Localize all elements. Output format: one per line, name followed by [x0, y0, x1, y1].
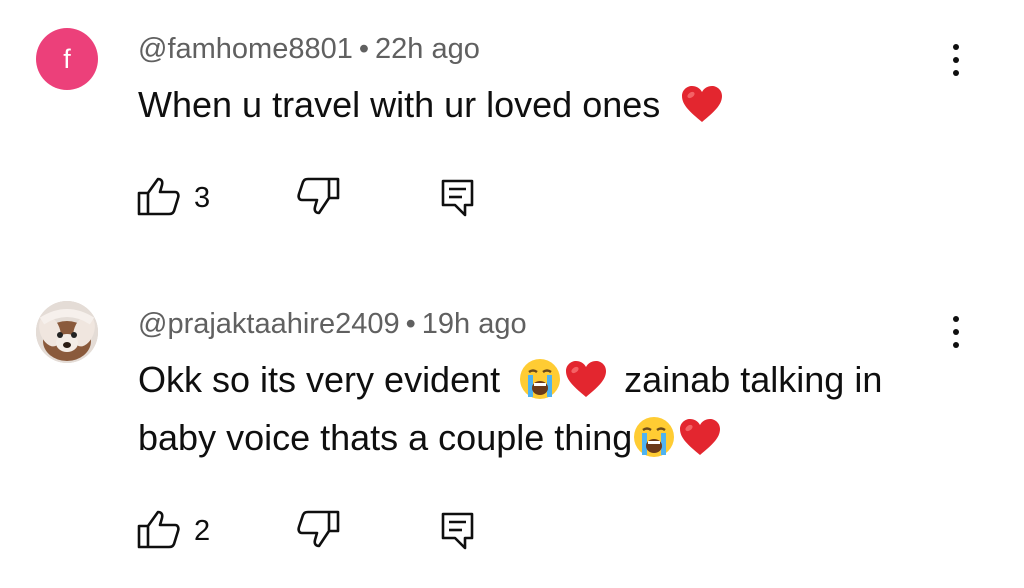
red-heart-emoji: [670, 84, 724, 124]
like-button[interactable]: 2: [136, 509, 218, 553]
comment-item: f @famhome8801 • 22h ago When u travel wit…: [0, 0, 1024, 250]
comment-text: When u travel with ur loved ones: [138, 76, 724, 134]
comment-meta: @prajaktaahire2409 • 19h ago: [138, 307, 527, 341]
dog-avatar-image: [36, 301, 98, 363]
crying-face-emoji: [632, 415, 676, 459]
crying-face-emoji: [510, 357, 562, 401]
avatar[interactable]: f: [36, 28, 98, 90]
reply-button[interactable]: [438, 509, 486, 553]
dislike-button[interactable]: [295, 176, 343, 220]
text-segment: zainab talking in: [624, 359, 883, 400]
timestamp: 19h ago: [421, 308, 527, 340]
more-options-button[interactable]: [942, 312, 970, 352]
thumb-down-icon: [295, 510, 341, 553]
more-options-button[interactable]: [942, 40, 970, 80]
reply-icon: [438, 179, 478, 224]
timestamp: 22h ago: [375, 33, 480, 65]
username[interactable]: @prajaktaahire2409: [138, 308, 400, 340]
comment-text-line: When u travel with ur loved ones: [138, 84, 661, 125]
reply-icon: [438, 512, 478, 557]
dislike-button[interactable]: [295, 509, 343, 553]
comment-text: Okk so its very evident zainab talking i…: [138, 351, 882, 467]
separator: •: [405, 308, 416, 340]
red-heart-emoji: [676, 417, 722, 457]
reply-button[interactable]: [438, 176, 486, 220]
username[interactable]: @famhome8801: [138, 33, 353, 65]
thumb-up-icon: [136, 176, 182, 221]
comment-text-line: baby voice thats a couple thing: [138, 409, 882, 467]
like-count: 3: [194, 181, 211, 214]
comment-item: @prajaktaahire2409 • 19h ago Okk so its ve…: [0, 280, 1024, 580]
thumb-down-icon: [295, 177, 341, 220]
red-heart-emoji: [562, 359, 608, 399]
avatar[interactable]: [36, 301, 98, 363]
comment-text-line: Okk so its very evident zainab talking i…: [138, 351, 882, 409]
thumb-up-icon: [136, 509, 182, 554]
like-button[interactable]: 3: [136, 176, 218, 220]
text-segment: baby voice thats a couple thing: [138, 417, 633, 458]
text-segment: Okk so its very evident: [138, 359, 501, 400]
comment-meta: @famhome8801 • 22h ago: [138, 32, 480, 66]
avatar-letter: f: [63, 43, 71, 74]
separator: •: [358, 33, 369, 65]
like-count: 2: [194, 514, 211, 547]
